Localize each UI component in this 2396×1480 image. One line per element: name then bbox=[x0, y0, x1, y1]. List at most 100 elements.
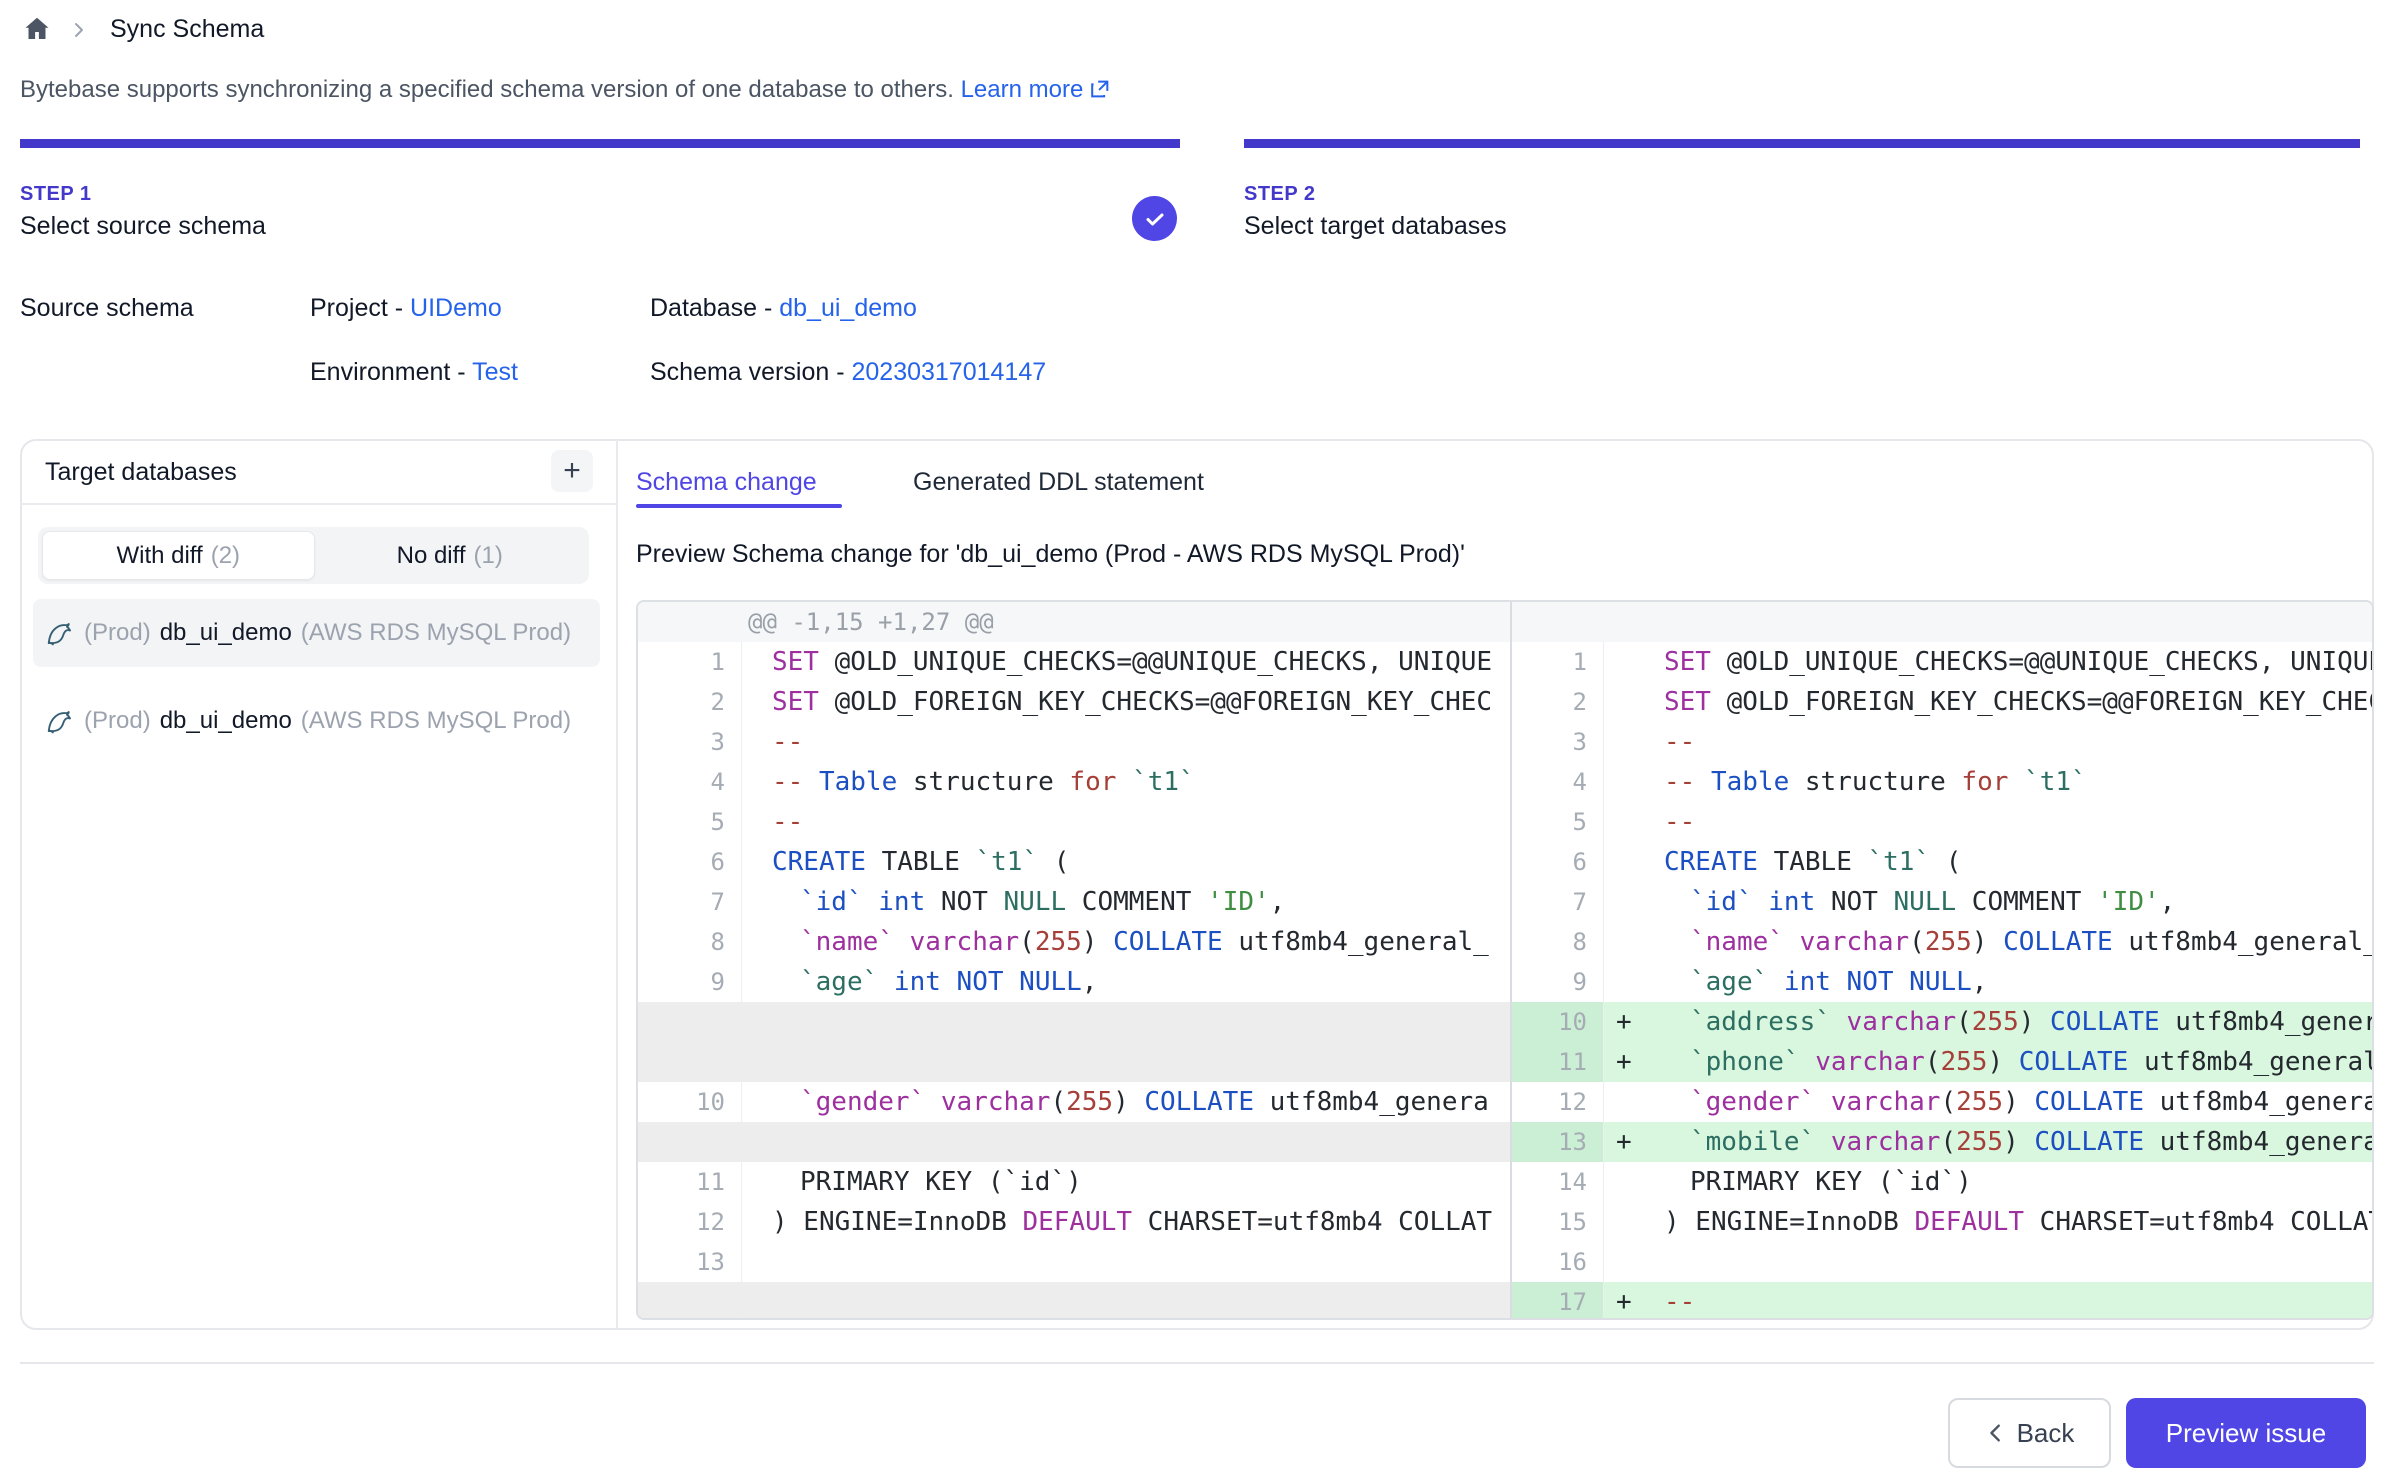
diff-row: 1SET @OLD_UNIQUE_CHECKS=@@UNIQUE_CHECKS,… bbox=[638, 642, 1510, 682]
line-number: 6 bbox=[1512, 842, 1604, 882]
diff-row: 3-- bbox=[1512, 722, 2374, 762]
diff-row: 2SET @OLD_FOREIGN_KEY_CHECKS=@@FOREIGN_K… bbox=[638, 682, 1510, 722]
diff-row: 12`gender` varchar(255) COLLATE utf8mb4_… bbox=[1512, 1082, 2374, 1122]
diff-row: 4-- Table structure for `t1` bbox=[638, 762, 1510, 802]
diff-sign bbox=[1604, 882, 1650, 922]
diff-sign bbox=[1604, 642, 1650, 682]
db-instance: (AWS RDS MySQL Prod) bbox=[301, 619, 588, 647]
line-number: 3 bbox=[638, 722, 742, 762]
code-line: `id` int NOT NULL COMMENT 'ID', bbox=[742, 882, 1510, 922]
code-line: `gender` varchar(255) COLLATE utf8mb4_ge… bbox=[742, 1082, 1510, 1122]
code-line: -- bbox=[1650, 722, 2374, 762]
diff-row: @@ -1,15 +1,27 @@ bbox=[638, 602, 1510, 642]
diff-sign: + bbox=[1604, 1122, 1650, 1162]
diff-row bbox=[1512, 602, 2374, 642]
panel-divider bbox=[616, 440, 618, 1328]
environment-link[interactable]: Test bbox=[472, 358, 518, 386]
step2-progress-bar bbox=[1244, 139, 2360, 148]
diff-row: 14PRIMARY KEY (`id`) bbox=[1512, 1162, 2374, 1202]
intro-description: Bytebase supports synchronizing a specif… bbox=[20, 76, 954, 103]
line-number: 1 bbox=[638, 642, 742, 682]
code-line: CREATE TABLE `t1` ( bbox=[1650, 842, 2374, 882]
chevron-left-icon bbox=[1985, 1422, 2007, 1444]
code-line: -- Table structure for `t1` bbox=[1650, 762, 2374, 802]
line-number: 2 bbox=[638, 682, 742, 722]
schema-version-link[interactable]: 20230317014147 bbox=[851, 358, 1046, 386]
line-number: 16 bbox=[1512, 1242, 1604, 1282]
line-number: 15 bbox=[1512, 1202, 1604, 1242]
footer-divider bbox=[20, 1362, 2374, 1364]
code-line: SET @OLD_FOREIGN_KEY_CHECKS=@@FOREIGN_KE… bbox=[742, 682, 1510, 722]
step1-done-check-icon bbox=[1132, 196, 1177, 241]
diff-row: 7`id` int NOT NULL COMMENT 'ID', bbox=[1512, 882, 2374, 922]
intro-text: Bytebase supports synchronizing a specif… bbox=[20, 74, 1111, 106]
database-link[interactable]: db_ui_demo bbox=[779, 294, 917, 322]
line-number bbox=[638, 1122, 742, 1162]
page-title: Sync Schema bbox=[110, 13, 264, 45]
target-database-row[interactable]: (Prod) db_ui_demo (AWS RDS MySQL Prod) bbox=[33, 599, 600, 667]
tab-generated-ddl[interactable]: Generated DDL statement bbox=[913, 468, 1204, 497]
line-number: 13 bbox=[1512, 1122, 1604, 1162]
project-link[interactable]: UIDemo bbox=[410, 294, 502, 322]
code-line: -- bbox=[742, 722, 1510, 762]
diff-row: 9`age` int NOT NULL, bbox=[638, 962, 1510, 1002]
diff-row: 1SET @OLD_UNIQUE_CHECKS=@@UNIQUE_CHECKS,… bbox=[1512, 642, 2374, 682]
diff-row: 9`age` int NOT NULL, bbox=[1512, 962, 2374, 1002]
diff-row: 17+-- bbox=[1512, 1282, 2374, 1320]
diff-row: 10+`address` varchar(255) COLLATE utf8mb… bbox=[1512, 1002, 2374, 1042]
line-number: 11 bbox=[1512, 1042, 1604, 1082]
code-line: `name` varchar(255) COLLATE utf8mb4_gene… bbox=[1650, 922, 2374, 962]
code-line bbox=[742, 1282, 1510, 1320]
line-number: 5 bbox=[1512, 802, 1604, 842]
line-number bbox=[638, 1042, 742, 1082]
tab-no-diff[interactable]: No diff (1) bbox=[315, 531, 586, 580]
code-line bbox=[742, 1122, 1510, 1162]
with-diff-count: (2) bbox=[211, 542, 240, 570]
diff-filter-tabs: With diff (2) No diff (1) bbox=[38, 527, 589, 584]
source-schema-label: Source schema bbox=[20, 294, 194, 323]
diff-sign bbox=[1604, 1202, 1650, 1242]
line-number: 9 bbox=[638, 962, 742, 1002]
code-line: SET @OLD_UNIQUE_CHECKS=@@UNIQUE_CHECKS, … bbox=[742, 642, 1510, 682]
line-number: 4 bbox=[1512, 762, 1604, 802]
learn-more-link[interactable]: Learn more bbox=[961, 76, 1084, 103]
step2-label: STEP 2 bbox=[1244, 183, 1316, 206]
diff-row: 4 -- Table structure for `t1` bbox=[1512, 762, 2374, 802]
diff-row: 6 CREATE TABLE `t1` ( bbox=[1512, 842, 2374, 882]
diff-sign bbox=[1604, 922, 1650, 962]
diff-row: 8`name` varchar(255) COLLATE utf8mb4_gen… bbox=[638, 922, 1510, 962]
line-number: 14 bbox=[1512, 1162, 1604, 1202]
tab-schema-change[interactable]: Schema change bbox=[636, 468, 817, 497]
diff-row: 16 bbox=[1512, 1242, 2374, 1282]
diff-row: 7`id` int NOT NULL COMMENT 'ID', bbox=[638, 882, 1510, 922]
db-environment: (Prod) bbox=[84, 707, 151, 735]
db-name: db_ui_demo bbox=[160, 619, 292, 647]
no-diff-count: (1) bbox=[474, 542, 503, 570]
diff-sign: + bbox=[1604, 1042, 1650, 1082]
line-number: 17 bbox=[1512, 1282, 1604, 1320]
home-icon[interactable] bbox=[22, 14, 52, 44]
add-target-database-button[interactable]: + bbox=[551, 450, 593, 492]
target-database-row[interactable]: (Prod) db_ui_demo (AWS RDS MySQL Prod) bbox=[33, 687, 600, 755]
hunk-header: @@ -1,15 +1,27 @@ bbox=[638, 602, 994, 642]
line-number bbox=[638, 1282, 742, 1320]
tab-with-diff[interactable]: With diff (2) bbox=[42, 531, 315, 580]
hunk-header bbox=[1512, 602, 1622, 642]
back-button[interactable]: Back bbox=[1948, 1398, 2111, 1468]
diff-sign bbox=[1604, 1162, 1650, 1202]
line-number: 4 bbox=[638, 762, 742, 802]
preview-issue-button[interactable]: Preview issue bbox=[2126, 1398, 2366, 1468]
mysql-dolphin-icon bbox=[45, 618, 75, 648]
diff-row: 8`name` varchar(255) COLLATE utf8mb4_gen… bbox=[1512, 922, 2374, 962]
code-line: -- bbox=[1650, 802, 2374, 842]
code-line: -- bbox=[1650, 1282, 2374, 1320]
target-header-divider bbox=[21, 503, 616, 505]
line-number: 8 bbox=[638, 922, 742, 962]
source-environment-field: Environment - Test bbox=[310, 358, 518, 387]
target-databases-title: Target databases bbox=[45, 458, 237, 487]
code-line: SET @OLD_UNIQUE_CHECKS=@@UNIQUE_CHECKS, … bbox=[1650, 642, 2374, 682]
diff-row: 3-- bbox=[638, 722, 1510, 762]
step2-title: Select target databases bbox=[1244, 212, 1507, 241]
line-number: 7 bbox=[638, 882, 742, 922]
active-tab-underline bbox=[636, 504, 842, 508]
